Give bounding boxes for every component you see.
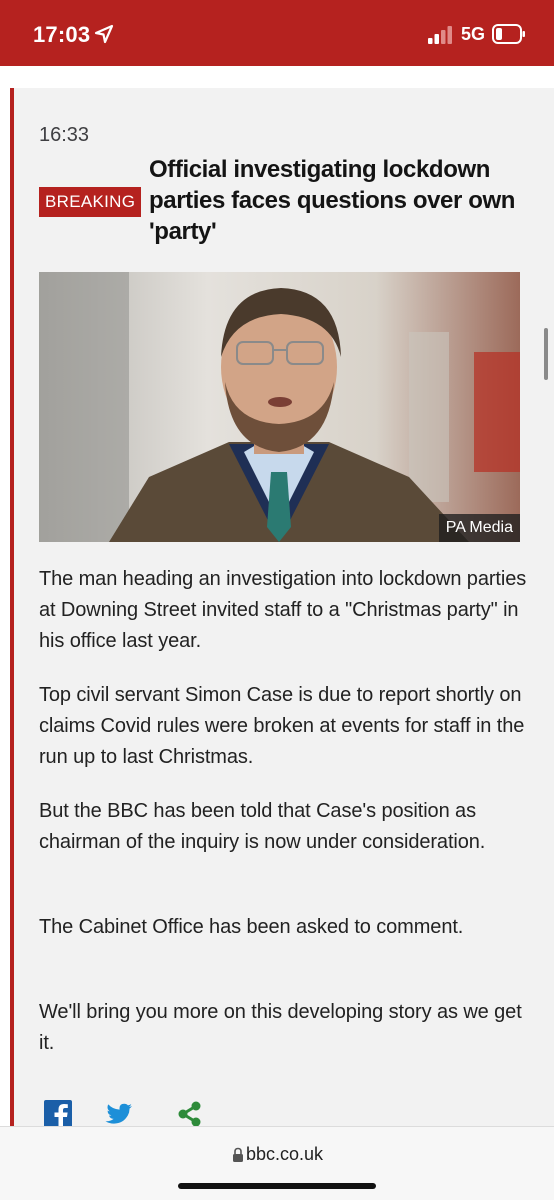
post-paragraph: Top civil servant Simon Case is due to r… [39, 684, 525, 768]
twitter-icon[interactable] [104, 1100, 134, 1126]
url-text[interactable]: bbc.co.uk [246, 1144, 323, 1165]
live-post: 16:33 BREAKING Official investigating lo… [10, 88, 554, 1126]
scroll-indicator[interactable] [544, 328, 548, 380]
post-time: 16:33 [39, 124, 90, 146]
location-arrow-icon [94, 24, 114, 44]
photo-illustration [39, 272, 520, 542]
share-icon[interactable] [176, 1100, 204, 1126]
page-content: 16:33 BREAKING Official investigating lo… [0, 66, 554, 1126]
article-photo[interactable]: PA Media [39, 272, 520, 542]
post-paragraph: The man heading an investigation into lo… [39, 568, 527, 652]
status-time: 17:03 [33, 22, 91, 47]
post-headline: Official investigating lockdown parties … [149, 156, 515, 245]
url-bar[interactable]: bbc.co.uk [0, 1126, 554, 1200]
lock-icon [233, 1147, 243, 1162]
breaking-badge: BREAKING [39, 187, 142, 217]
post-paragraph: We'll bring you more on this developing … [39, 1001, 522, 1054]
facebook-icon[interactable] [44, 1100, 72, 1126]
photo-credit: PA Media [438, 514, 520, 542]
network-label: 5G [461, 24, 486, 44]
post-paragraph: The Cabinet Office has been asked to com… [39, 916, 464, 938]
home-indicator[interactable] [178, 1183, 376, 1189]
battery-icon [492, 24, 525, 44]
status-bar: 17:03 5G [0, 0, 554, 66]
signal-icon [428, 26, 452, 44]
post-paragraph: But the BBC has been told that Case's po… [39, 800, 486, 853]
